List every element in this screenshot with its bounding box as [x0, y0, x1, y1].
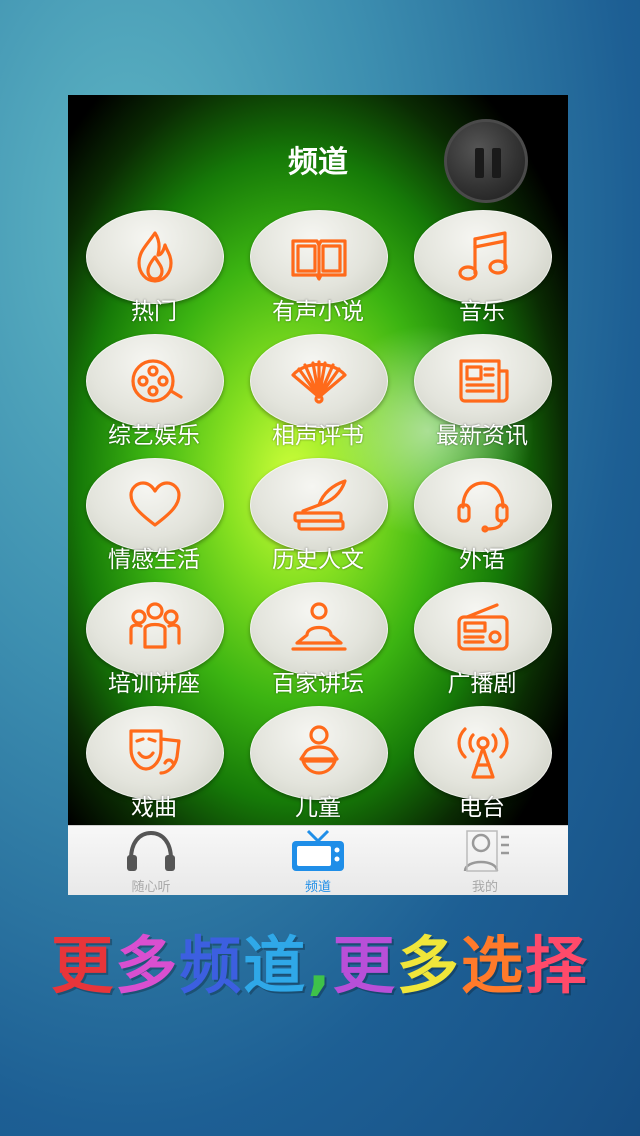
- channel-label: 广播剧: [447, 671, 517, 697]
- slogan-char: 择: [524, 929, 589, 1002]
- slogan-text: 更多频道,更多选择: [51, 915, 589, 1005]
- fire-icon: [137, 231, 173, 283]
- promo-slogan: 更多频道,更多选择: [0, 915, 640, 1005]
- channel-opera[interactable]: 戏曲: [84, 706, 224, 821]
- channel-label: 音乐: [459, 299, 505, 325]
- channel-label: 热门: [131, 299, 177, 325]
- quill-books-icon: [293, 479, 347, 531]
- channel-label: 戏曲: [131, 795, 177, 821]
- channel-history[interactable]: 历史人文: [248, 458, 388, 573]
- channel-emotion[interactable]: 情感生活: [84, 458, 224, 573]
- pause-icon: [475, 148, 501, 178]
- slogan-char: 多: [115, 929, 180, 1002]
- channel-radio-station[interactable]: 电台: [412, 706, 552, 821]
- channel-label: 外语: [459, 547, 505, 573]
- channel-crosstalk[interactable]: 相声评书: [248, 334, 388, 449]
- channel-news[interactable]: 最新资讯: [412, 334, 552, 449]
- channel-variety[interactable]: 综艺娱乐: [84, 334, 224, 449]
- slogan-char: 频: [179, 929, 244, 1002]
- tab-label: 随心听: [131, 880, 171, 895]
- slogan-char: ,: [307, 929, 333, 1002]
- lecturer-icon: [291, 602, 347, 651]
- channel-music[interactable]: 音乐: [412, 210, 552, 325]
- nav-header: 频道: [68, 95, 568, 215]
- slogan-char: 更: [332, 929, 397, 1002]
- tab-listen[interactable]: 随心听: [68, 826, 234, 895]
- phone-screen: 频道 热门 有声小说 音乐 综艺娱乐 相声评书 最新资讯 情感生活 历史人文 外…: [68, 95, 568, 895]
- channel-radio-drama[interactable]: 广播剧: [412, 582, 552, 697]
- slogan-char: 道: [243, 929, 308, 1002]
- channel-training[interactable]: 培训讲座: [84, 582, 224, 697]
- tab-channels[interactable]: 频道: [235, 826, 401, 895]
- fan-icon: [291, 360, 347, 404]
- channel-label: 电台: [459, 795, 505, 821]
- channel-label: 培训讲座: [108, 671, 200, 697]
- tab-bar: 随心听 频道 我的: [68, 825, 568, 895]
- channel-label: 情感生活: [108, 547, 200, 573]
- tab-mine[interactable]: 我的: [402, 826, 568, 895]
- music-note-icon: [458, 231, 508, 281]
- channel-hot[interactable]: 热门: [84, 210, 224, 325]
- opera-mask-icon: [129, 729, 181, 775]
- channel-label: 最新资讯: [436, 423, 528, 449]
- channel-label: 有声小说: [272, 299, 364, 325]
- baby-icon: [299, 725, 339, 775]
- heart-icon: [129, 481, 181, 527]
- tv-icon: [292, 829, 344, 871]
- channel-label: 百家讲坛: [272, 671, 364, 697]
- headset-icon: [457, 481, 509, 533]
- slogan-char: 选: [460, 929, 525, 1002]
- newspaper-icon: [459, 359, 509, 403]
- channel-label: 综艺娱乐: [108, 423, 200, 449]
- channel-label: 相声评书: [272, 423, 364, 449]
- radio-icon: [457, 603, 509, 651]
- channel-lecture-room[interactable]: 百家讲坛: [248, 582, 388, 697]
- film-reel-icon: [131, 359, 183, 403]
- profile-icon: [463, 830, 509, 872]
- group-icon: [129, 602, 181, 649]
- channel-label: 儿童: [295, 795, 341, 821]
- slogan-char: 多: [396, 929, 461, 1002]
- pause-button[interactable]: [444, 119, 528, 203]
- channel-foreign-language[interactable]: 外语: [412, 458, 552, 573]
- broadcast-tower-icon: [457, 727, 509, 779]
- channel-label: 历史人文: [272, 547, 364, 573]
- tab-label: 我的: [471, 880, 498, 895]
- slogan-char: 更: [51, 929, 116, 1002]
- headphones-icon: [127, 830, 175, 871]
- channel-audio-novel[interactable]: 有声小说: [248, 210, 388, 325]
- tab-label: 频道: [304, 880, 331, 895]
- channel-children[interactable]: 儿童: [248, 706, 388, 821]
- book-icon: [291, 239, 347, 281]
